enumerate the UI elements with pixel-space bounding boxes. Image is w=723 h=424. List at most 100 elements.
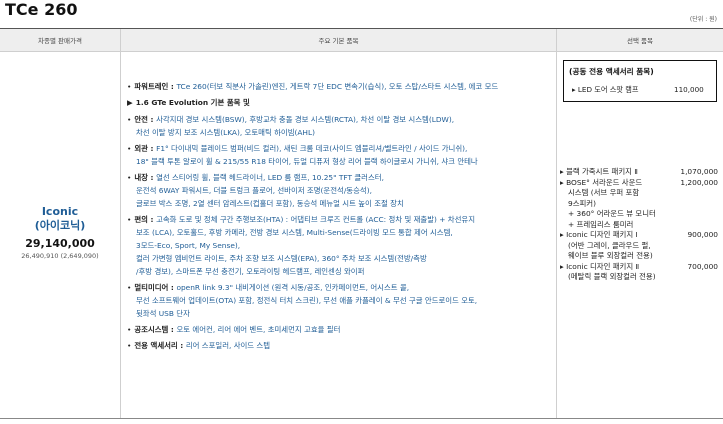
bullet-icon: • (127, 82, 132, 91)
bullet-icon: • (127, 173, 132, 182)
spec-value: /후방 경보), 스마트폰 무선 충전기, 오토라이팅 헤드램프, 레인센싱 와… (136, 266, 365, 276)
spec-label: 외관 : (134, 143, 157, 153)
option-detail-text: (메탈릭 블랙 외장컬러 전용) (568, 272, 656, 281)
trim-name: Iconic (41, 205, 79, 218)
spec-label: 내장 : (134, 173, 157, 182)
spec-label: 1.6 GTe Evolution 기본 품목 및 (135, 98, 250, 108)
option-name: 블랙 가죽시트 패키지 Ⅱ (566, 167, 638, 176)
standard-items-list: • 파워트레인 : TCe 260(터보 직분사 가솔린)엔진, 게트락 7단 E… (127, 81, 555, 353)
spec-value: 고속화 도로 및 정체 구간 주행보조(HTA) : 어댑티브 크루즈 컨트롤 … (156, 215, 475, 225)
spec-continuation: 글로브 박스 조명, 2열 센터 암레스트(컵홀더 포함), 동승석 메뉴얼 시… (127, 198, 555, 211)
option-detail: 시스템 (서브 우퍼 포함 (560, 188, 718, 199)
option-item: ▸ Iconic 디자인 패키지 Ⅱ 700,000 (560, 262, 718, 273)
option-detail-text: + 프레임리스 룸미러 (568, 219, 634, 229)
spec-item: • 공조시스템 : 오토 에어컨, 리어 에어 벤트, 초미세먼지 고효율 필터 (127, 324, 555, 337)
bullet-icon: • (127, 114, 132, 124)
header-divider (0, 51, 723, 52)
option-detail-text: 웨이브 블루 외장컬러 전용) (568, 251, 653, 260)
option-name: BOSE° 서라운드 사운드 (566, 177, 643, 187)
spec-item: • 외관 : F1° 다이내믹 블레이드 범퍼(비드 컬러), 새틴 크롬 데코(… (127, 143, 555, 156)
bullet-icon: ▶ (127, 98, 133, 108)
spec-value: openR link 9.3" 내비게이션 (원격 시동/공조, 인카페이먼트,… (176, 283, 410, 293)
spec-label: 편의 : (134, 215, 157, 225)
spec-value: 무선 소프트웨어 업데이트(OTA) 포함, 정전식 터치 스크린), 무선 애… (136, 295, 478, 305)
accessory-item-name: LED 도어 스팟 램프 (577, 85, 639, 94)
option-price: 700,000 (687, 261, 718, 271)
spec-continuation: 컬러 가변형 엠비언트 라이트, 주차 조향 보조 시스템(EPA), 360°… (127, 253, 555, 266)
spec-label: 멀티미디어 : (134, 283, 177, 293)
option-name: Iconic 디자인 패키지 Ⅰ (566, 230, 638, 239)
option-item: ▸ Iconic 디자인 패키지 Ⅰ 900,000 (560, 230, 718, 241)
option-detail: 9스피커) (560, 199, 718, 210)
option-detail-text: (어반 그레이, 클라우드 펄, (568, 240, 651, 250)
header-price: 차종별 판매가격 (0, 29, 120, 51)
accessory-item-price: 110,000 (674, 85, 704, 94)
option-price: 1,070,000 (680, 167, 718, 176)
options-list: ▸ 블랙 가죽시트 패키지 Ⅱ 1,070,000 ▸ BOSE° 서라운드 사운드… (560, 167, 718, 283)
spec-continuation: 18" 블랙 투톤 알로이 휠 & 215/55 R18 타이어, 듀얼 디퓨저… (127, 156, 555, 169)
header-standard-items: 주요 기본 품목 (121, 29, 556, 51)
accessory-box-title: (공동 전용 액세서리 품목) (569, 67, 654, 76)
spec-item: • 안전 : 사각지대 경보 시스템(BSW), 후방교차 충돌 경보 시스템(R… (127, 114, 555, 127)
spec-continuation: 3모드-Eco, Sport, My Sense), (127, 240, 555, 253)
spec-continuation: /후방 경보), 스마트폰 무선 충전기, 오토라이팅 헤드램프, 레인센싱 와… (127, 266, 555, 279)
option-price: 1,200,000 (680, 177, 718, 187)
spec-item: • 전용 액세서리 : 리어 스포일러, 사이드 스텝 (127, 340, 555, 353)
option-detail: 웨이브 블루 외장컬러 전용) (560, 251, 718, 262)
spec-value: F1° 다이내믹 블레이드 범퍼(비드 컬러), 새틴 크롬 데코(사이드 엠블… (156, 143, 468, 153)
spec-item: ▶ 1.6 GTe Evolution 기본 품목 및 (127, 97, 555, 110)
spec-continuation: 운전석 6WAY 파워시트, 더블 트렁크 플로어, 선바이저 조명(운전석/동… (127, 185, 555, 198)
bullet-icon: • (127, 341, 132, 351)
accessory-box: (공동 전용 액세서리 품목) ▸ LED 도어 스팟 램프 110,000 (563, 60, 717, 102)
spec-item: • 멀티미디어 : openR link 9.3" 내비게이션 (원격 시동/공조… (127, 282, 555, 295)
option-detail: + 프레임리스 룸미러 (560, 220, 718, 231)
accessory-item: ▸ LED 도어 스팟 램프 110,000 (572, 85, 704, 94)
spec-continuation: 차선 이탈 방지 보조 시스템(LKA), 오토매틱 하이빔(AHL) (127, 127, 555, 140)
option-detail: + 360° 어라운드 뷰 모니터 (560, 209, 718, 220)
trim-cell: Iconic (아이코닉) 29,140,000 26,490,910 (2,6… (0, 205, 120, 260)
spec-value: 뒷좌석 USB 단자 (136, 308, 190, 318)
spec-item: • 내장 : 열선 스티어링 휠, 블랙 헤드라이너, LED 룸 램프, 10.… (127, 172, 555, 185)
page-title: TCe 260 (5, 0, 78, 19)
spec-value: 18" 블랙 투톤 알로이 휠 & 215/55 R18 타이어, 듀얼 디퓨저… (136, 156, 478, 166)
spec-value: 리어 스포일러, 사이드 스텝 (185, 341, 271, 351)
spec-value: 보조 (LCA), 오토홀드, 후방 카메라, 전방 경보 시스템, Multi… (136, 228, 453, 238)
trim-name-kr: (아이코닉) (34, 219, 86, 232)
header-options: 선택 품목 (557, 29, 723, 51)
option-detail-text: 시스템 (서브 우퍼 포함 (568, 188, 640, 197)
bullet-icon: • (127, 283, 132, 293)
spec-continuation: 보조 (LCA), 오토홀드, 후방 카메라, 전방 경보 시스템, Multi… (127, 227, 555, 240)
spec-label: 안전 : (134, 114, 157, 124)
option-detail: (메탈릭 블랙 외장컬러 전용) (560, 272, 718, 283)
spec-continuation: 무선 소프트웨어 업데이트(OTA) 포함, 정전식 터치 스크린), 무선 애… (127, 295, 555, 308)
spec-item: • 편의 : 고속화 도로 및 정체 구간 주행보조(HTA) : 어댑티브 크루… (127, 214, 555, 227)
spec-value: 차선 이탈 방지 보조 시스템(LKA), 오토매틱 하이빔(AHL) (136, 127, 315, 137)
bullet-icon: • (127, 143, 132, 153)
spec-value: 3모드-Eco, Sport, My Sense), (136, 240, 241, 250)
option-detail: (어반 그레이, 클라우드 펄, (560, 241, 718, 252)
spec-value: TCe 260(터보 직분사 가솔린)엔진, 게트락 7단 EDC 변속기(습식… (176, 82, 499, 91)
spec-value: 컬러 가변형 엠비언트 라이트, 주차 조향 보조 시스템(EPA), 360°… (136, 253, 427, 263)
spec-value: 사각지대 경보 시스템(BSW), 후방교차 충돌 경보 시스템(RCTA), … (156, 114, 455, 124)
option-item: ▸ 블랙 가죽시트 패키지 Ⅱ 1,070,000 (560, 167, 718, 178)
option-item: ▸ BOSE° 서라운드 사운드 1,200,000 (560, 178, 718, 189)
spec-item: • 파워트레인 : TCe 260(터보 직분사 가솔린)엔진, 게트락 7단 E… (127, 81, 555, 94)
spec-value: 열선 스티어링 휠, 블랙 헤드라이너, LED 룸 램프, 10.25" TF… (156, 173, 384, 182)
spec-value: 오토 에어컨, 리어 에어 벤트, 초미세먼지 고효율 필터 (176, 325, 341, 335)
spec-label: 전용 액세서리 : (134, 341, 186, 351)
option-price: 900,000 (687, 230, 718, 239)
column-divider-2 (556, 29, 557, 418)
column-divider-1 (120, 29, 121, 418)
spec-label: 공조시스템 : (134, 325, 177, 335)
trim-price: 29,140,000 (25, 237, 95, 250)
spec-value: 글로브 박스 조명, 2열 센터 암레스트(컵홀더 포함), 동승석 메뉴얼 시… (136, 198, 404, 208)
bullet-icon: • (127, 215, 132, 225)
option-detail-text: 9스피커) (568, 198, 596, 208)
trim-price-detail: 26,490,910 (2,649,090) (21, 252, 99, 260)
table-bottom-border (0, 418, 723, 419)
option-name: Iconic 디자인 패키지 Ⅱ (566, 261, 640, 271)
unit-note: (단위 : 원) (689, 16, 717, 23)
bullet-icon: • (127, 325, 132, 335)
option-detail-text: + 360° 어라운드 뷰 모니터 (568, 209, 656, 218)
spec-label: 파워트레인 : (134, 82, 177, 91)
